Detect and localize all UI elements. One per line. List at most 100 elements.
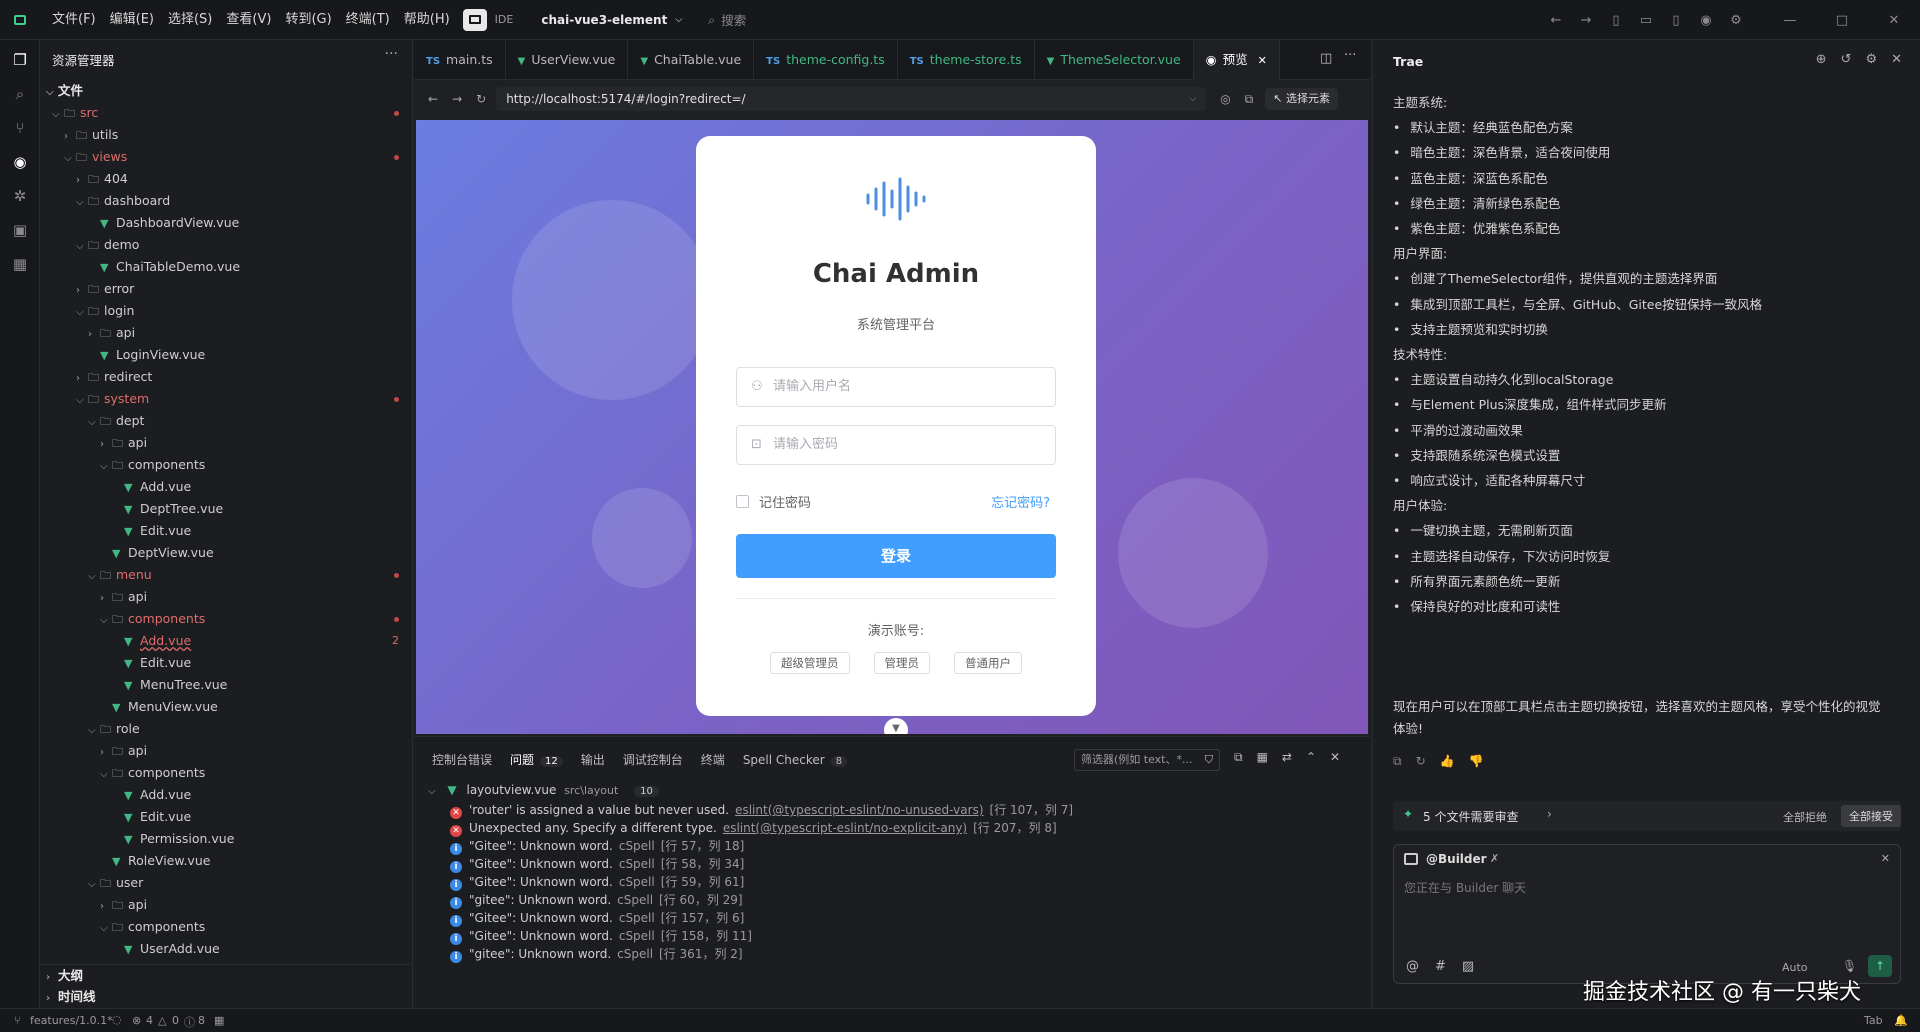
problem-group[interactable]: ⌵ ▼ layoutview.vue src\layout 10 [428,779,659,801]
split-editor-icon[interactable]: ◫ [1320,51,1332,66]
remember-checkbox[interactable]: 记住密码 [736,492,811,511]
panel-tab[interactable]: Spell Checker 8 [743,753,848,767]
problem-row[interactable]: ✕ Unexpected any. Specify a different typ… [450,819,1057,837]
close-icon[interactable]: ✕ [1881,852,1890,865]
extensions-icon[interactable]: ▦ [0,247,40,281]
branch-label[interactable]: features/1.0.1* [30,1014,113,1027]
file-item[interactable]: ▼ Add.vue 2 [40,630,413,652]
problem-row[interactable]: i "Gitee": Unknown word. cSpell [行 59，列 61] [450,873,744,891]
global-search[interactable]: ⌕ 搜索 [708,10,746,29]
folder-item[interactable]: ⌵ 🗀 components [40,608,413,630]
toggle-view-icon[interactable]: ⇄ [1282,750,1292,765]
warning-count[interactable]: 0 [172,1014,179,1027]
remote-icon[interactable]: ▣ [0,213,40,247]
close-window-icon[interactable]: ✕ [1882,8,1906,32]
menu-item[interactable]: 终端(T) [339,0,397,40]
panel-tab[interactable]: 问题 12 [510,751,563,768]
devtools-icon[interactable]: ⧉ [1245,92,1254,107]
toggle-aux-icon[interactable]: ▯ [1664,8,1688,32]
browser-forward-icon[interactable]: → [452,92,462,106]
problem-row[interactable]: i "gitee": Unknown word. cSpell [行 60，列 29] [450,891,743,909]
folder-item[interactable]: ⌵ 🗀 login [40,300,413,322]
more-actions-icon[interactable]: ··· [385,46,398,62]
model-selector[interactable]: Auto [1782,961,1808,974]
panel-tab[interactable]: 输出 [581,751,605,768]
username-input[interactable]: ⚇ 请输入用户名 [736,367,1056,407]
hash-icon[interactable]: # [1435,959,1446,974]
settings-icon[interactable]: ⚙ [1865,52,1877,67]
back-icon[interactable]: ← [1544,8,1568,32]
file-item[interactable]: ▼ RoleView.vue [40,850,413,872]
reject-all-button[interactable]: 全部拒绝 [1783,809,1827,825]
select-element-button[interactable]: ↖ 选择元素 [1265,88,1338,110]
ide-toggle[interactable]: IDE [462,8,513,31]
problem-row[interactable]: i "gitee": Unknown word. cSpell [行 361，列 2] [450,945,743,963]
file-item[interactable]: ▼ Permission.vue [40,828,413,850]
folder-item[interactable]: › 🗀 api [40,894,413,916]
folder-item[interactable]: ⌵ 🗀 components [40,762,413,784]
problem-row[interactable]: ✕ 'router' is assigned a value but never … [450,801,1073,819]
new-chat-icon[interactable]: ⊕ [1816,52,1827,67]
tab-size[interactable]: Tab [1864,1014,1883,1027]
folder-item[interactable]: ⌵ 🗀 system [40,388,413,410]
image-icon[interactable]: ▨ [1462,959,1474,974]
review-label[interactable]: 5 个文件需要审查 [1423,808,1518,825]
problem-row[interactable]: i "Gitee": Unknown word. cSpell [行 158，列 11… [450,927,752,945]
table-view-icon[interactable]: ▦ [1257,750,1268,765]
settings-icon[interactable]: ⚙ [1724,8,1748,32]
file-item[interactable]: ▼ Add.vue [40,476,413,498]
notification-icon[interactable]: 🔔 [1894,1014,1908,1027]
copy-icon[interactable]: ⧉ [1234,750,1243,765]
chat-input[interactable]: 您正在与 Builder 聊天 [1404,879,1892,939]
file-item[interactable]: ▼ Edit.vue [40,652,413,674]
retry-icon[interactable]: ↻ [1416,754,1426,769]
file-item[interactable]: ▼ ChaiTableDemo.vue [40,256,413,278]
editor-tab[interactable]: TS theme-store.ts [898,40,1035,80]
demo-account-button[interactable]: 普通用户 [954,652,1022,674]
folder-item[interactable]: › 🗀 redirect [40,366,413,388]
folder-item[interactable]: › 🗀 api [40,740,413,762]
folder-item[interactable]: ⌵ 🗀 dashboard [40,190,413,212]
maximize-icon[interactable]: □ [1830,8,1854,32]
section-files[interactable]: ⌵ 文件 [40,80,413,102]
target-icon[interactable]: ◎ [1220,92,1230,106]
toggle-panel-icon[interactable]: ▭ [1634,8,1658,32]
scroll-down-icon[interactable]: ▼ [884,718,908,734]
debug-icon[interactable]: ✲ [0,179,40,213]
panel-tab[interactable]: 终端 [701,751,725,768]
close-panel-icon[interactable]: ✕ [1330,750,1340,765]
copy-icon[interactable]: ⧉ [1393,754,1402,769]
menu-item[interactable]: 文件(F) [45,0,103,40]
file-item[interactable]: ▼ DeptView.vue [40,542,413,564]
folder-item[interactable]: ⌵ 🗀 dept [40,410,413,432]
mic-icon[interactable]: 🎙 [1842,959,1857,973]
preview-eye-icon[interactable]: ◉ [0,145,40,179]
folder-item[interactable]: ⌵ 🗀 role [40,718,413,740]
file-item[interactable]: ▼ DeptTree.vue [40,498,413,520]
editor-tab[interactable]: ◉ 预览 ✕ [1193,40,1280,80]
source-control-icon[interactable]: ⑂ [0,111,40,145]
more-tabs-icon[interactable]: ··· [1344,48,1356,63]
forward-icon[interactable]: → [1574,8,1598,32]
account-icon[interactable]: ◉ [1694,8,1718,32]
folder-item[interactable]: › 🗀 utils [40,124,413,146]
editor-tab[interactable]: ▼ UserView.vue [506,40,629,80]
file-item[interactable]: ▼ UserAdd.vue [40,938,413,960]
folder-item[interactable]: ⌵ 🗀 demo [40,234,413,256]
file-item[interactable]: ▼ Add.vue [40,784,413,806]
editor-tab[interactable]: ▼ ChaiTable.vue [628,40,755,80]
search-view-icon[interactable]: ⌕ [0,77,40,111]
problem-row[interactable]: i "Gitee": Unknown word. cSpell [行 58，列 34] [450,855,744,873]
close-icon[interactable]: ✕ [1891,52,1902,67]
folder-item[interactable]: › 🗀 404 [40,168,413,190]
file-item[interactable]: ▼ Edit.vue [40,520,413,542]
demo-account-button[interactable]: 超级管理员 [770,652,850,674]
file-item[interactable]: ▼ MenuView.vue [40,696,413,718]
folder-item[interactable]: ⌵ 🗀 components [40,916,413,938]
folder-item[interactable]: ⌵ 🗀 menu [40,564,413,586]
menu-item[interactable]: 选择(S) [161,0,219,40]
toggle-sidebar-icon[interactable]: ▯ [1604,8,1628,32]
send-button[interactable]: ↑ [1868,955,1892,977]
section-outline[interactable]: › 大纲 [40,964,413,986]
folder-item[interactable]: ⌵ 🗀 user [40,872,413,894]
